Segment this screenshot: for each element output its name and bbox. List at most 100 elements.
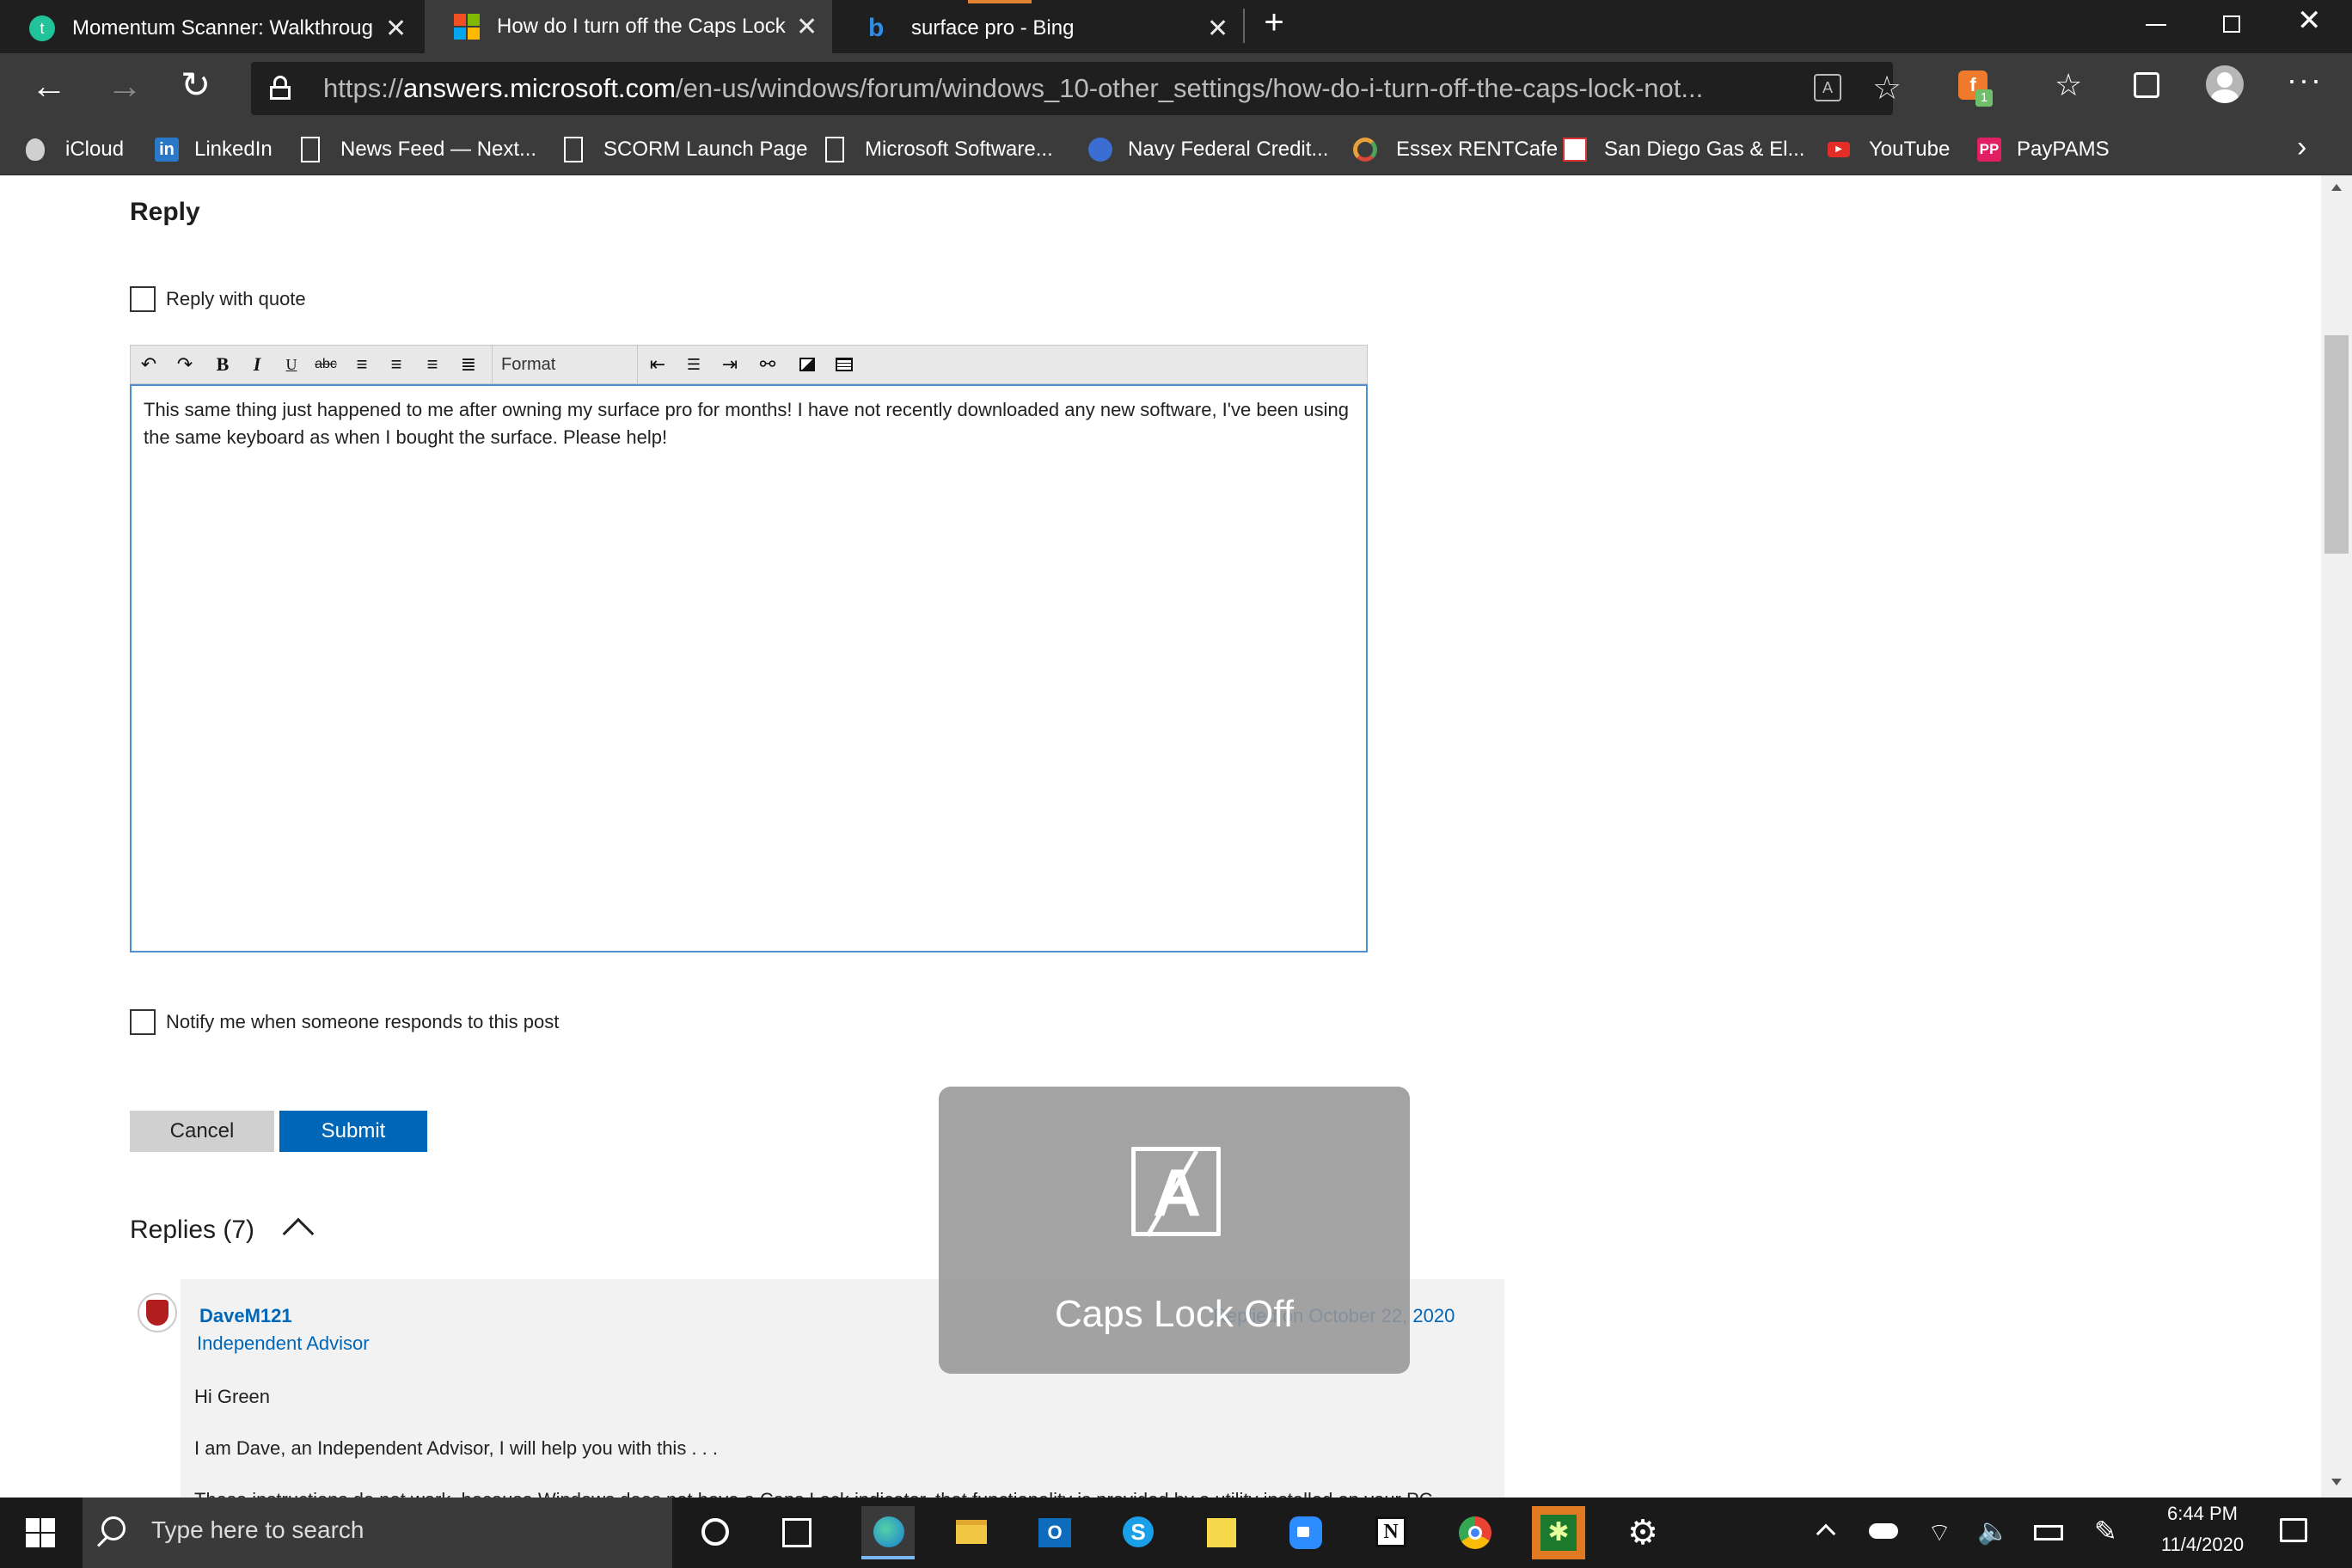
bookmark-sdge[interactable]: San Diego Gas & El... <box>1563 132 1821 167</box>
scrollbar-thumb[interactable] <box>2324 335 2349 554</box>
collapse-chevron-up-icon[interactable] <box>282 1217 315 1250</box>
bookmark-essex-rentcafe[interactable]: Essex RENTCafe <box>1353 132 1559 167</box>
underline-button[interactable]: U <box>277 351 306 378</box>
bookmark-icloud[interactable]: iCloud <box>26 132 138 167</box>
forward-button[interactable]: → <box>107 65 143 107</box>
tab-bing[interactable]: b surface pro - Bing ✕ <box>839 0 1243 53</box>
submit-button[interactable]: Submit <box>279 1111 427 1152</box>
indent-icon[interactable]: ⇥ <box>715 351 744 378</box>
caps-lock-icon: A <box>1131 1147 1221 1237</box>
italic-button[interactable]: I <box>242 351 272 378</box>
bookmark-news-feed[interactable]: News Feed — Next... <box>301 132 542 167</box>
bookmark-youtube[interactable]: ▶ YouTube <box>1828 132 1965 167</box>
scroll-down-arrow-icon[interactable] <box>2331 1479 2342 1485</box>
windows-start-icon[interactable] <box>26 1518 55 1547</box>
editor-toolbar: ↶ ↷ B I U abc ≡ ≡ ≡ ≣ Format ⇤ ☰ ⇥ ⚯ <box>130 345 1368 384</box>
volume-icon[interactable]: 🔈 <box>1977 1516 2009 1547</box>
close-tab-icon[interactable]: ✕ <box>1207 14 1228 44</box>
bookmark-scorm[interactable]: SCORM Launch Page <box>564 132 807 167</box>
bookmark-microsoft-software[interactable]: Microsoft Software... <box>825 132 1057 167</box>
align-center-icon[interactable]: ≡ <box>382 351 411 378</box>
profile-avatar[interactable] <box>2206 65 2244 103</box>
rentcafe-icon <box>1353 138 1377 162</box>
justify-icon[interactable]: ≣ <box>454 351 483 378</box>
refresh-button[interactable]: ↻ <box>181 64 211 106</box>
edge-taskbar-icon[interactable] <box>861 1506 915 1559</box>
align-right-icon[interactable]: ≡ <box>418 351 447 378</box>
reply-author-link[interactable]: DaveM121 <box>199 1305 292 1327</box>
bold-button[interactable]: B <box>208 351 237 378</box>
clock-time[interactable]: 6:44 PM <box>2149 1503 2256 1525</box>
battery-icon[interactable] <box>2034 1525 2063 1540</box>
cortana-icon[interactable] <box>701 1518 729 1546</box>
taskbar: Type here to search O S N ✱ ⚙ ⌔ 🔈 ✎ 6:44… <box>0 1498 2352 1568</box>
globe-icon <box>1088 138 1112 162</box>
restore-button[interactable] <box>2223 15 2240 33</box>
avatar <box>138 1293 177 1332</box>
favorites-icon[interactable]: ☆ <box>2055 67 2082 103</box>
url-text[interactable]: https://answers.microsoft.com/en-us/wind… <box>323 73 1703 104</box>
bookmark-paypams[interactable]: PP PayPAMS <box>1977 132 2123 167</box>
strikethrough-icon[interactable]: abc <box>311 351 340 378</box>
wifi-icon[interactable]: ⌔ <box>1927 1516 1951 1549</box>
taskbar-search-box[interactable]: Type here to search <box>83 1498 672 1568</box>
pinned-app-icon[interactable]: ✱ <box>1532 1506 1585 1559</box>
format-dropdown[interactable]: Format <box>492 346 638 383</box>
close-tab-icon[interactable]: ✕ <box>796 12 818 42</box>
redo-icon[interactable]: ↷ <box>170 351 199 378</box>
skype-icon[interactable]: S <box>1111 1506 1164 1559</box>
close-window-button[interactable]: ✕ <box>2297 3 2322 38</box>
tab-caps-lock[interactable]: How do I turn off the Caps Lock ✕ <box>425 0 832 53</box>
scroll-up-arrow-icon[interactable] <box>2331 184 2342 191</box>
action-center-icon[interactable] <box>2280 1518 2307 1542</box>
reply-with-quote-checkbox[interactable] <box>130 286 156 312</box>
vertical-scrollbar[interactable] <box>2321 175 2352 1498</box>
task-view-icon[interactable] <box>782 1518 812 1547</box>
page-icon <box>825 137 844 162</box>
file-explorer-icon[interactable] <box>944 1506 997 1559</box>
read-aloud-icon[interactable]: A <box>1814 74 1841 101</box>
favorite-star-icon[interactable]: ☆ <box>1872 69 1902 107</box>
reply-body-cut-line: These instructions do not work, because … <box>194 1489 1433 1498</box>
reply-editor[interactable]: This same thing just happened to me afte… <box>130 384 1368 952</box>
notify-label: Notify me when someone responds to this … <box>166 1011 560 1032</box>
reply-with-quote-label: Reply with quote <box>166 288 306 309</box>
pen-icon[interactable]: ✎ <box>2094 1515 2117 1547</box>
close-tab-icon[interactable]: ✕ <box>385 14 407 44</box>
undo-icon[interactable]: ↶ <box>134 351 163 378</box>
sticky-notes-icon[interactable] <box>1195 1506 1248 1559</box>
replies-heading: Replies (7) <box>130 1216 255 1244</box>
bookmark-navy-federal[interactable]: Navy Federal Credit... <box>1088 132 1329 167</box>
reply-role-link[interactable]: Independent Advisor <box>197 1332 370 1355</box>
linkedin-icon: in <box>155 138 179 162</box>
settings-gear-icon[interactable]: ⚙ <box>1616 1506 1669 1559</box>
tab-momentum-scanner[interactable]: t Momentum Scanner: Walkthroug ✕ <box>0 5 421 53</box>
image-icon[interactable] <box>793 351 822 378</box>
zoom-icon[interactable] <box>1279 1506 1332 1559</box>
show-hidden-icons-chevron[interactable] <box>1816 1523 1836 1544</box>
lock-icon[interactable] <box>270 76 291 100</box>
link-icon[interactable]: ⚯ <box>753 351 782 378</box>
minimize-button[interactable] <box>2146 24 2166 26</box>
chevron-right-icon[interactable]: › <box>2297 131 2306 164</box>
navigation-bar: ← → ↻ https://answers.microsoft.com/en-u… <box>0 53 2352 124</box>
new-tab-button[interactable]: + <box>1257 3 1291 42</box>
onedrive-icon[interactable] <box>1869 1523 1898 1539</box>
notion-icon[interactable]: N <box>1363 1506 1417 1559</box>
address-bar[interactable]: https://answers.microsoft.com/en-us/wind… <box>251 62 1902 115</box>
back-button[interactable]: ← <box>31 65 67 107</box>
outdent-icon[interactable]: ⇤ <box>643 351 672 378</box>
align-left-icon[interactable]: ≡ <box>347 351 377 378</box>
collections-icon[interactable] <box>2134 72 2159 98</box>
chrome-icon[interactable] <box>1448 1506 1501 1559</box>
outlook-icon[interactable]: O <box>1028 1506 1081 1559</box>
more-menu-icon[interactable]: ··· <box>2287 62 2323 98</box>
cancel-button[interactable]: Cancel <box>130 1111 274 1152</box>
numbered-list-icon[interactable]: ☰ <box>679 351 708 378</box>
search-placeholder: Type here to search <box>151 1516 364 1543</box>
page-icon <box>301 137 320 162</box>
bookmark-linkedin[interactable]: in LinkedIn <box>155 132 284 167</box>
table-icon[interactable] <box>829 351 858 378</box>
clock-date[interactable]: 11/4/2020 <box>2149 1534 2256 1556</box>
notify-checkbox[interactable] <box>130 1009 156 1035</box>
